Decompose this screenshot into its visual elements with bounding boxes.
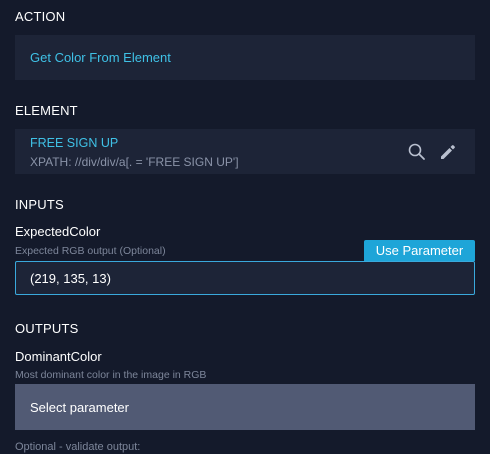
validate-output-hint: Optional - validate output: bbox=[15, 441, 141, 453]
action-section-title: ACTION bbox=[15, 9, 66, 24]
use-parameter-button[interactable]: Use Parameter bbox=[364, 240, 475, 261]
element-section-title: ELEMENT bbox=[15, 103, 78, 118]
dominant-color-label: DominantColor bbox=[15, 349, 102, 364]
action-value: Get Color From Element bbox=[30, 50, 171, 65]
element-selector[interactable]: FREE SIGN UP XPATH: //div/div/a[. = 'FRE… bbox=[15, 129, 475, 174]
select-parameter-label: Select parameter bbox=[30, 399, 129, 415]
search-icon[interactable] bbox=[407, 142, 427, 162]
element-xpath: XPATH: //div/div/a[. = 'FREE SIGN UP'] bbox=[30, 155, 239, 169]
expected-color-hint: Expected RGB output (Optional) bbox=[15, 245, 166, 257]
action-selector[interactable]: Get Color From Element bbox=[15, 35, 475, 80]
pencil-icon[interactable] bbox=[438, 142, 458, 162]
expected-color-label: ExpectedColor bbox=[15, 224, 101, 239]
select-parameter-dropdown[interactable]: Select parameter bbox=[15, 384, 475, 430]
expected-color-input[interactable]: (219, 135, 13) bbox=[15, 261, 475, 295]
inputs-section-title: INPUTS bbox=[15, 197, 64, 212]
element-name: FREE SIGN UP bbox=[30, 136, 119, 150]
outputs-section-title: OUTPUTS bbox=[15, 321, 79, 336]
dominant-color-hint: Most dominant color in the image in RGB bbox=[15, 369, 207, 381]
